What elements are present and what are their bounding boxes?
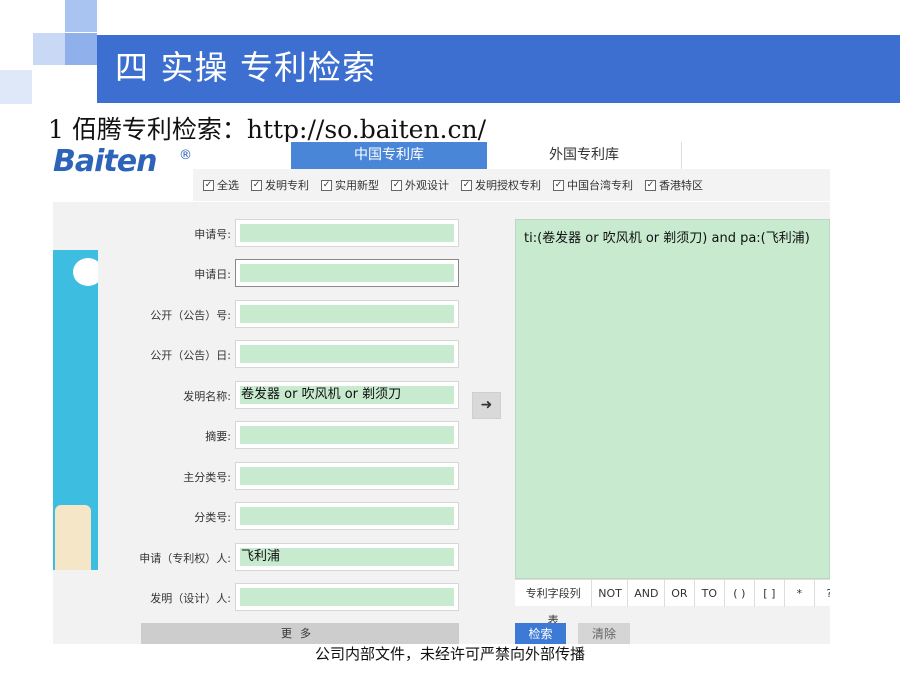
application-no-input[interactable] xyxy=(235,219,459,247)
op-wildcard-star-button[interactable]: * xyxy=(785,580,815,607)
field-label-publication-date: 公开（公告）日: xyxy=(150,349,231,362)
op-parentheses-button[interactable]: ( ) xyxy=(725,580,755,607)
field-list-button[interactable]: 专利字段列表 xyxy=(515,580,593,627)
field-label-invention-title: 发明名称: xyxy=(183,390,231,403)
op-to-button[interactable]: TO xyxy=(695,580,725,607)
filter-utility-model[interactable]: ✓ 实用新型 xyxy=(321,177,379,193)
more-fields-button[interactable]: 更多 xyxy=(141,623,459,644)
field-label-inventor: 发明（设计）人: xyxy=(150,592,231,605)
checkbox-icon[interactable]: ✓ xyxy=(461,179,472,191)
op-and-button[interactable]: AND xyxy=(628,580,665,607)
field-label-application-no: 申请号: xyxy=(194,228,231,241)
filter-hongkong[interactable]: ✓ 香港特区 xyxy=(645,177,703,193)
field-label-publication-no: 公开（公告）号: xyxy=(150,309,231,322)
patent-type-filters: ✓ 全选 ✓ 发明专利 ✓ 实用新型 ✓ 外观设计 ✓ 发明授权专利 ✓ 中国台湾专利 ✓ 香… xyxy=(203,177,703,193)
baiten-logo[interactable]: Baiten ® xyxy=(53,144,192,184)
field-label-application-date: 申请日: xyxy=(194,268,231,281)
publication-no-input[interactable] xyxy=(235,300,459,328)
filter-design[interactable]: ✓ 外观设计 xyxy=(391,177,449,193)
checkbox-icon[interactable]: ✓ xyxy=(391,179,402,191)
invention-title-input[interactable]: 卷发器 or 吹风机 or 剃须刀 xyxy=(235,381,459,409)
transfer-arrow-button[interactable]: ➜ xyxy=(472,392,501,419)
application-date-input[interactable] xyxy=(235,259,459,287)
search-button[interactable]: 检索 xyxy=(515,623,566,644)
field-label-abstract: 摘要: xyxy=(205,430,231,443)
field-label-main-class: 主分类号: xyxy=(183,471,231,484)
slide-title: 四 实操 专利检索 xyxy=(115,48,376,87)
filter-granted-invention[interactable]: ✓ 发明授权专利 xyxy=(461,177,541,193)
promo-graphic xyxy=(55,505,91,570)
field-label-applicant: 申请（专利权）人: xyxy=(139,552,231,565)
cloud-icon xyxy=(73,258,98,286)
tab-foreign-patent-db[interactable]: 外国专利库 xyxy=(487,142,682,169)
filter-taiwan[interactable]: ✓ 中国台湾专利 xyxy=(553,177,633,193)
op-brackets-button[interactable]: [ ] xyxy=(755,580,785,607)
decor-square xyxy=(65,33,97,65)
main-class-input[interactable] xyxy=(235,462,459,490)
decor-square xyxy=(33,33,65,65)
arrow-right-icon: ➜ xyxy=(480,397,493,413)
filter-select-all[interactable]: ✓ 全选 xyxy=(203,177,239,193)
checkbox-icon[interactable]: ✓ xyxy=(321,179,332,191)
applicant-input[interactable]: 飞利浦 xyxy=(235,543,459,571)
decor-square xyxy=(0,70,32,104)
op-wildcard-question-button[interactable]: ? xyxy=(815,580,830,607)
checkbox-icon[interactable]: ✓ xyxy=(203,179,214,191)
checkbox-icon[interactable]: ✓ xyxy=(251,179,262,191)
promo-banner[interactable] xyxy=(53,250,98,570)
class-input[interactable] xyxy=(235,502,459,530)
checkbox-icon[interactable]: ✓ xyxy=(645,179,656,191)
publication-date-input[interactable] xyxy=(235,340,459,368)
filter-invention[interactable]: ✓ 发明专利 xyxy=(251,177,309,193)
query-expression-textarea[interactable]: ti:(卷发器 or 吹风机 or 剃须刀) and pa:(飞利浦) xyxy=(515,219,830,579)
clear-button[interactable]: 清除 xyxy=(578,623,630,644)
tab-china-patent-db[interactable]: 中国专利库 xyxy=(291,142,487,169)
abstract-input[interactable] xyxy=(235,421,459,449)
slide-footer: 公司内部文件，未经许可严禁向外部传播 xyxy=(314,645,585,663)
inventor-input[interactable] xyxy=(235,583,459,611)
op-not-button[interactable]: NOT xyxy=(592,580,629,607)
slide-subtitle: 1 佰腾专利检索：http://so.baiten.cn/ xyxy=(48,115,487,144)
decor-square xyxy=(65,0,97,32)
op-or-button[interactable]: OR xyxy=(665,580,695,607)
baiten-screenshot: Baiten ® 中国专利库 外国专利库 ✓ 全选 ✓ 发明专利 ✓ 实用新型 ✓ 外观… xyxy=(53,142,830,644)
checkbox-icon[interactable]: ✓ xyxy=(553,179,564,191)
field-label-class: 分类号: xyxy=(194,511,231,524)
operator-toolbar: 专利字段列表 NOT AND OR TO ( ) [ ] * ? xyxy=(515,579,830,627)
